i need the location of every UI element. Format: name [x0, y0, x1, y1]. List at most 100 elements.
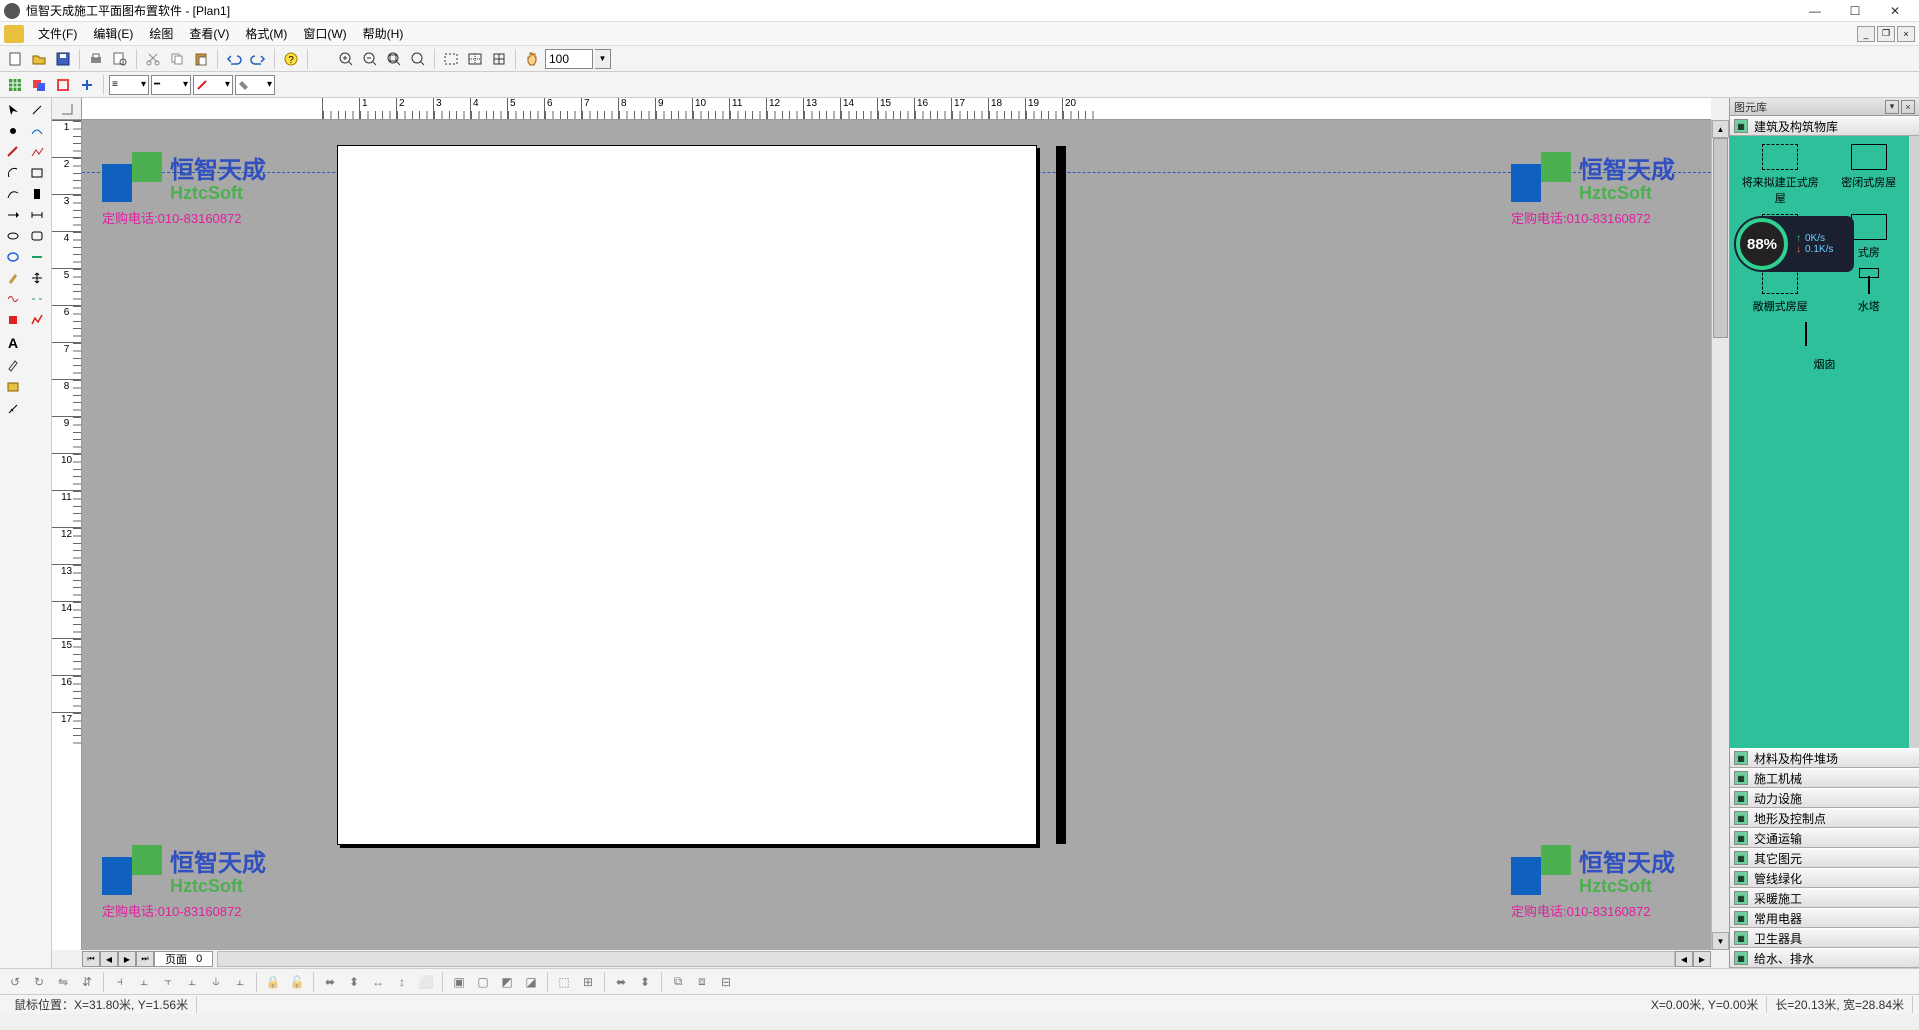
line-style-dropdown[interactable]: ≡▾ [109, 75, 149, 95]
line-color-dropdown[interactable]: ▾ [193, 75, 233, 95]
ungroup[interactable]: ⊞ [577, 971, 599, 993]
help-button[interactable]: ? [280, 48, 302, 70]
move-tool[interactable] [26, 268, 48, 288]
redo-button[interactable] [247, 48, 269, 70]
curve-tool[interactable] [2, 184, 24, 204]
ruler-corner[interactable] [52, 98, 82, 120]
print-button[interactable] [85, 48, 107, 70]
menu-help[interactable]: 帮助(H) [355, 25, 412, 42]
align-left[interactable]: ⫞ [109, 971, 131, 993]
maximize-button[interactable]: ☐ [1835, 1, 1875, 21]
page[interactable] [337, 145, 1037, 845]
category-header-4[interactable]: ▦地形及控制点 [1730, 808, 1919, 828]
scroll-left-button[interactable]: ◀ [1675, 951, 1693, 967]
lib-item[interactable]: 将来拟建正式房屋 [1738, 144, 1823, 206]
flip-v[interactable]: ⇵ [76, 971, 98, 993]
rect-tool[interactable] [26, 163, 48, 183]
zoom-input[interactable]: 100 [545, 49, 593, 69]
menu-view[interactable]: 查看(V) [181, 25, 237, 42]
annotate-tool[interactable] [2, 355, 24, 375]
menu-edit[interactable]: 编辑(E) [85, 25, 141, 42]
freehand-tool[interactable] [26, 121, 48, 141]
measure-tool[interactable] [2, 399, 24, 419]
grid-button[interactable] [4, 74, 26, 96]
roundrect-tool[interactable] [26, 226, 48, 246]
bring-forward[interactable]: ◩ [496, 971, 518, 993]
fill-color-dropdown[interactable]: ▾ [235, 75, 275, 95]
new-button[interactable] [4, 48, 26, 70]
page-next[interactable]: ▶ [118, 951, 136, 967]
close-button[interactable]: ✕ [1875, 1, 1915, 21]
menu-window[interactable]: 窗口(W) [295, 25, 354, 42]
open-button[interactable] [28, 48, 50, 70]
ellipse-tool[interactable] [2, 226, 24, 246]
pen-tool[interactable] [2, 268, 24, 288]
grid-toggle-button[interactable] [488, 48, 510, 70]
category-header-6[interactable]: ▦其它图元 [1730, 848, 1919, 868]
copy-button[interactable] [166, 48, 188, 70]
polyline-tool[interactable] [26, 142, 48, 162]
paste-button[interactable] [190, 48, 212, 70]
pan-button[interactable] [521, 48, 543, 70]
vertical-ruler[interactable]: 1234567891011121314151617 [52, 120, 82, 950]
zoom-out-button[interactable] [359, 48, 381, 70]
group[interactable]: ⬚ [553, 971, 575, 993]
lib-item[interactable]: 敞棚式房屋 [1738, 268, 1823, 314]
bring-front[interactable]: ▣ [448, 971, 470, 993]
dimension-tool[interactable] [26, 205, 48, 225]
vertical-scrollbar[interactable]: ▲ ▼ [1711, 120, 1729, 950]
scroll-right-button[interactable]: ▶ [1693, 951, 1711, 967]
category-header-9[interactable]: ▦常用电器 [1730, 908, 1919, 928]
category-header-3[interactable]: ▦动力设施 [1730, 788, 1919, 808]
spline-tool[interactable] [2, 289, 24, 309]
panel-close[interactable]: × [1901, 100, 1915, 114]
zoom-fit-button[interactable] [383, 48, 405, 70]
circle-tool[interactable] [2, 247, 24, 267]
page-tab[interactable]: 页面 0 [154, 951, 213, 967]
send-backward[interactable]: ◪ [520, 971, 542, 993]
undo-button[interactable] [223, 48, 245, 70]
cut-button[interactable] [142, 48, 164, 70]
canvas[interactable]: 恒智天成HztcSoft 定购电话:010-83160872 恒智天成HztcS… [82, 120, 1711, 950]
mdi-restore[interactable]: ❐ [1877, 26, 1895, 42]
zoom-dropdown[interactable]: ▼ [595, 49, 611, 69]
horizontal-ruler[interactable]: 1234567891011121314151617181920 [82, 98, 1711, 120]
menu-draw[interactable]: 绘图 [141, 25, 181, 42]
scroll-down-button[interactable]: ▼ [1712, 932, 1729, 950]
snap-button[interactable] [52, 74, 74, 96]
scroll-thumb[interactable] [1713, 138, 1728, 338]
same-width[interactable]: ↔ [367, 971, 389, 993]
print-preview-button[interactable] [109, 48, 131, 70]
mdi-minimize[interactable]: _ [1857, 26, 1875, 42]
break-tool[interactable] [26, 289, 48, 309]
door-tool[interactable] [26, 184, 48, 204]
zoom-in-button[interactable] [335, 48, 357, 70]
category-header-8[interactable]: ▦采暖施工 [1730, 888, 1919, 908]
category-header-5[interactable]: ▦交通运输 [1730, 828, 1919, 848]
lib-item[interactable]: 烟囱 [1738, 322, 1911, 372]
page-prev[interactable]: ◀ [100, 951, 118, 967]
page-first[interactable]: ⏮ [82, 951, 100, 967]
arc-tool[interactable] [2, 163, 24, 183]
point-tool[interactable] [2, 121, 24, 141]
distribute-v[interactable]: ⬍ [343, 971, 365, 993]
category-header-10[interactable]: ▦卫生器具 [1730, 928, 1919, 948]
combine[interactable]: ⧉ [667, 971, 689, 993]
scroll-up-button[interactable]: ▲ [1712, 120, 1729, 138]
flip-h[interactable]: ⇋ [52, 971, 74, 993]
unlock[interactable]: 🔓 [286, 971, 308, 993]
line-width-dropdown[interactable]: ━▾ [151, 75, 191, 95]
lib-scrollbar[interactable] [1909, 136, 1919, 748]
category-header-1[interactable]: ▦材料及构件堆场 [1730, 748, 1919, 768]
align-center-h[interactable]: ⫠ [133, 971, 155, 993]
category-header-0[interactable]: ▦建筑及构筑物库 [1730, 116, 1919, 136]
add-button[interactable] [76, 74, 98, 96]
minimize-button[interactable]: — [1795, 1, 1835, 21]
zoom-selection-button[interactable] [464, 48, 486, 70]
select-tool[interactable] [2, 100, 24, 120]
zoom-actual-button[interactable] [407, 48, 429, 70]
rotate-right[interactable]: ↻ [28, 971, 50, 993]
space-v[interactable]: ⬍ [634, 971, 656, 993]
page-last[interactable]: ⏭ [136, 951, 154, 967]
merge[interactable]: ⊟ [715, 971, 737, 993]
